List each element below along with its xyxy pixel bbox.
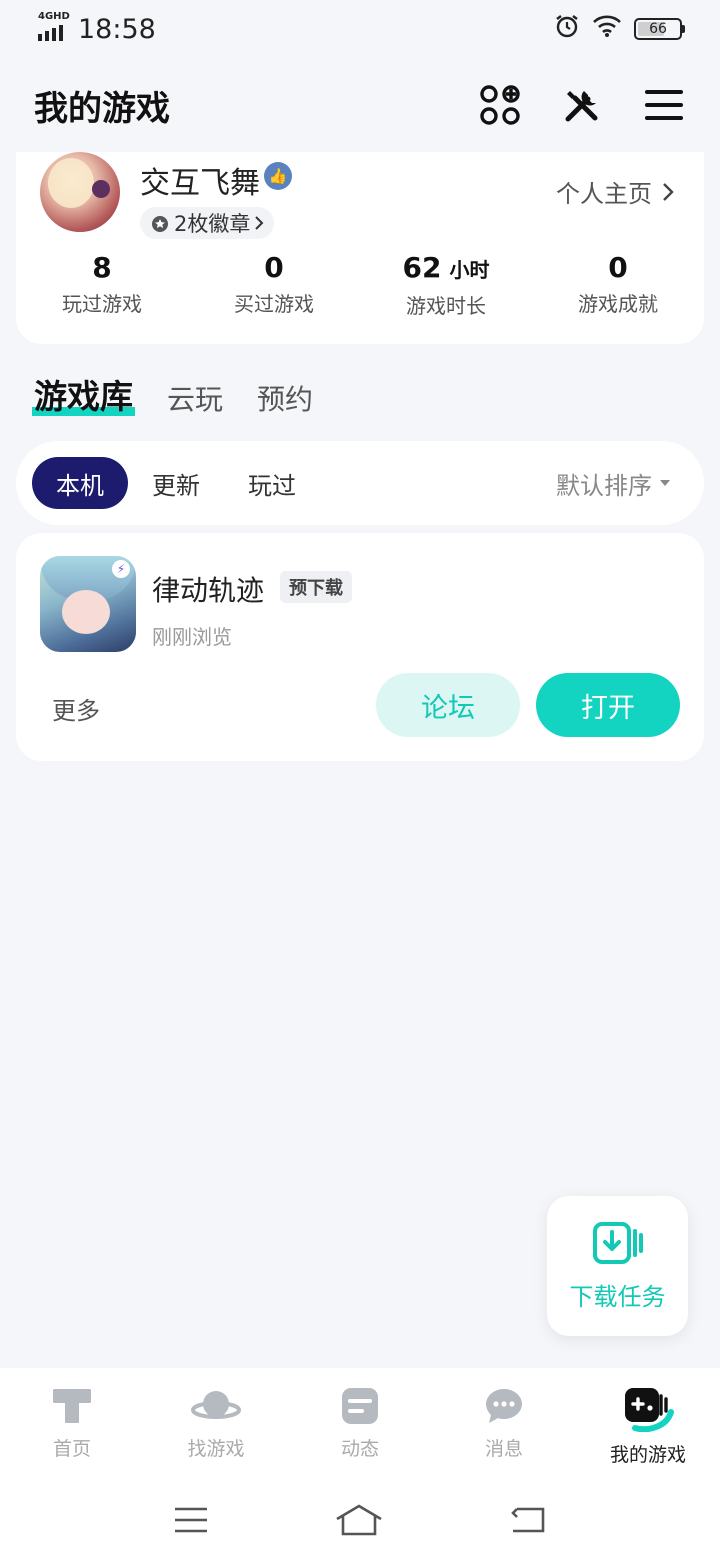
username[interactable]: 交互飞舞 [140,158,260,202]
download-tasks-label: 下载任务 [569,1282,666,1311]
profile-link[interactable]: 个人主页 [556,174,674,209]
nav-feed[interactable]: 动态 [288,1368,432,1480]
medal-icon [152,216,168,232]
stat-label: 游戏成就 [578,292,658,316]
nav-home[interactable]: 首页 [0,1368,144,1480]
game-card: ⚡ 律动轨迹 预下载 刚刚浏览 更多 论坛 打开 [16,533,704,761]
game-icon[interactable]: ⚡ [40,556,136,652]
nav-label: 消息 [484,1438,523,1460]
thumb-badge-icon: 👍 [264,162,292,190]
stat-bought[interactable]: 0 买过游戏 [188,250,360,319]
chip-local[interactable]: 本机 [32,457,128,509]
feed-icon [342,1388,378,1424]
game-subtitle: 刚刚浏览 [152,625,232,649]
chip-updates[interactable]: 更新 [128,457,224,509]
tab-library[interactable]: 游戏库 [32,370,135,418]
download-tasks-button[interactable]: 下载任务 [547,1196,688,1336]
page-header: 我的游戏 [0,70,720,140]
status-bar: 4GHD 18:58 66 [0,0,720,58]
tab-cloud[interactable]: 云玩 [167,378,223,418]
chip-played[interactable]: 玩过 [224,457,320,509]
stat-label: 游戏时长 [406,294,486,318]
chevron-right-icon [255,216,264,230]
system-navigation [0,1480,720,1560]
alarm-icon [554,13,580,46]
download-icon [592,1221,643,1264]
nav-discover[interactable]: 找游戏 [144,1368,288,1480]
stat-playtime[interactable]: 62 小时 游戏时长 [360,250,532,319]
lightning-icon: ⚡ [112,560,130,578]
avatar[interactable] [40,152,120,232]
stat-achievements[interactable]: 0 游戏成就 [532,250,704,319]
nav-label: 找游戏 [187,1438,245,1460]
game-name[interactable]: 律动轨迹 [152,569,264,609]
forum-button[interactable]: 论坛 [376,673,520,737]
stat-label: 买过游戏 [234,292,314,316]
stat-value: 62 [402,251,442,284]
recent-apps-icon[interactable] [173,1505,209,1535]
stat-unit: 小时 [449,258,490,282]
game-tag: 预下载 [280,571,352,603]
stat-value: 0 [608,251,628,284]
bottom-nav: 首页 找游戏 动态 消息 我的游戏 [0,1368,720,1480]
sort-dropdown[interactable]: 默认排序 [556,466,688,501]
more-button[interactable]: 更多 [52,691,100,726]
nav-label: 首页 [52,1438,91,1460]
message-icon [486,1389,522,1423]
caret-down-icon [660,480,670,486]
nav-messages[interactable]: 消息 [432,1368,576,1480]
nav-label: 我的游戏 [609,1444,686,1466]
signal-icon: 4GHD [38,11,70,43]
back-icon[interactable] [509,1505,547,1535]
network-type: 4GHD [38,11,70,22]
battery-icon: 66 [634,18,685,40]
nav-my-games[interactable]: 我的游戏 [576,1368,720,1480]
page-title: 我的游戏 [34,88,170,129]
status-time: 18:58 [78,13,156,45]
badges-label: 2枚徽章 [174,212,251,236]
badges-button[interactable]: 2枚徽章 [140,207,275,239]
nav-label: 动态 [340,1438,379,1460]
menu-icon[interactable] [642,83,686,127]
battery-level: 66 [649,21,667,37]
library-tabs: 游戏库 云玩 预约 [32,370,313,418]
wifi-icon [592,14,622,45]
apps-add-icon[interactable] [478,83,522,127]
tools-icon[interactable] [560,83,604,127]
stats-row: 8 玩过游戏 0 买过游戏 62 小时 游戏时长 0 游戏成就 [16,250,704,319]
tab-reserve[interactable]: 预约 [257,378,313,418]
chevron-right-icon [663,182,674,201]
filter-bar: 本机 更新 玩过 默认排序 [16,441,704,525]
stat-value: 8 [92,251,112,284]
profile-link-label: 个人主页 [556,180,652,208]
gamepad-icon [625,1388,674,1432]
stat-label: 玩过游戏 [62,292,142,316]
stat-value: 0 [264,251,284,284]
open-button[interactable]: 打开 [536,673,680,737]
home-icon [53,1389,91,1423]
profile-card: 交互飞舞 👍 2枚徽章 个人主页 8 玩过游戏 0 买过游戏 62 小时 游戏时长… [16,152,704,344]
stat-played[interactable]: 8 玩过游戏 [16,250,188,319]
sort-label: 默认排序 [556,471,652,500]
home-nav-icon[interactable] [334,1503,384,1537]
planet-icon [191,1391,241,1419]
